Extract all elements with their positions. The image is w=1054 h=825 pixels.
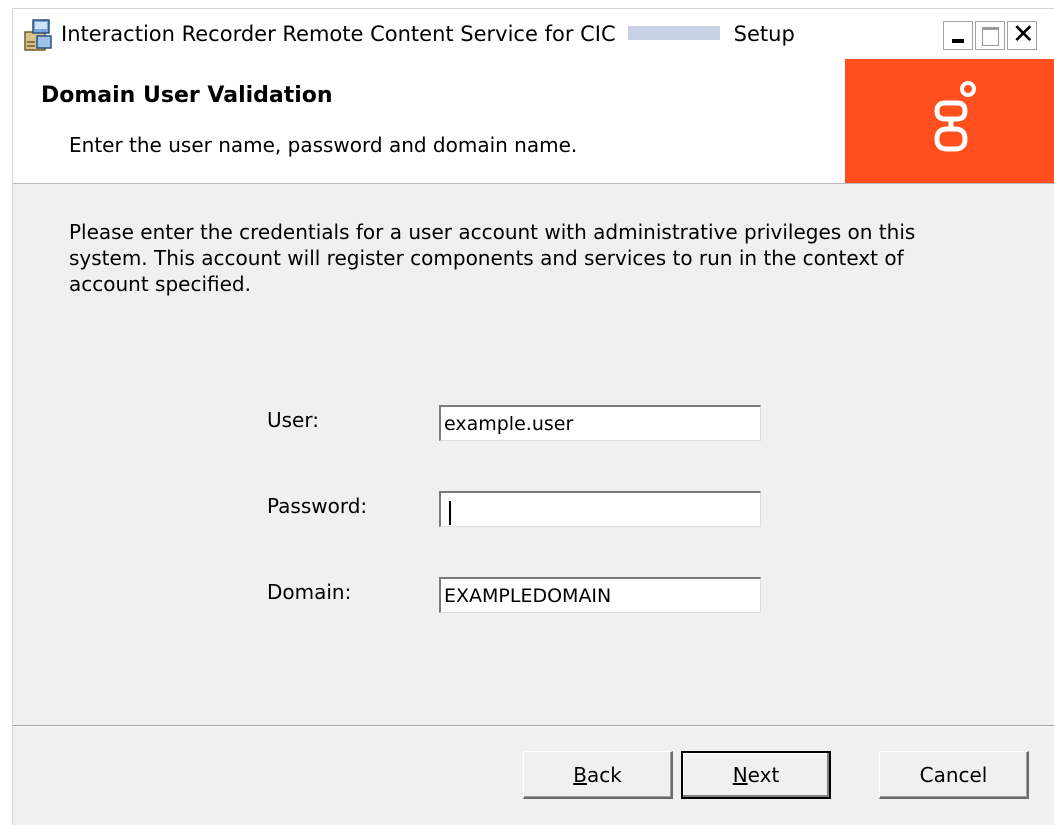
setup-window: Interaction Recorder Remote Content Serv… bbox=[12, 8, 1054, 825]
user-label: User: bbox=[267, 408, 319, 432]
cancel-button[interactable]: Cancel bbox=[879, 751, 1029, 799]
window-title: Interaction Recorder Remote Content Serv… bbox=[61, 19, 795, 49]
text-cursor bbox=[449, 501, 451, 525]
title-bar[interactable]: Interaction Recorder Remote Content Serv… bbox=[13, 9, 1054, 59]
maximize-button bbox=[975, 21, 1005, 50]
user-field[interactable] bbox=[439, 405, 761, 441]
minimize-button[interactable] bbox=[943, 21, 973, 50]
close-button[interactable]: ✕ bbox=[1007, 19, 1037, 50]
brand-logo-panel bbox=[845, 59, 1054, 183]
password-field[interactable] bbox=[439, 491, 761, 527]
next-button[interactable]: Next bbox=[681, 751, 831, 799]
next-mnemonic: N bbox=[732, 763, 748, 787]
next-label: ext bbox=[747, 763, 780, 787]
redacted-version bbox=[627, 26, 720, 40]
back-label: ack bbox=[586, 762, 622, 787]
domain-field[interactable] bbox=[439, 577, 761, 613]
banner-title: Domain User Validation bbox=[41, 83, 333, 108]
password-label: Password: bbox=[267, 494, 368, 518]
close-icon: ✕ bbox=[1012, 19, 1035, 50]
footer-divider bbox=[13, 725, 1054, 727]
window-title-suffix: Setup bbox=[733, 22, 795, 46]
header-banner: Domain User Validation Enter the user na… bbox=[13, 59, 1054, 184]
minimize-icon bbox=[952, 39, 964, 43]
installer-icon bbox=[24, 19, 52, 51]
genesys-logo bbox=[934, 81, 976, 152]
banner-description: Enter the user name, password and domain… bbox=[69, 133, 578, 157]
intro-text: Please enter the credentials for a user … bbox=[69, 220, 916, 296]
back-button[interactable]: Back bbox=[523, 751, 673, 799]
domain-label: Domain: bbox=[267, 580, 352, 604]
window-title-prefix: Interaction Recorder Remote Content Serv… bbox=[61, 22, 616, 46]
maximize-icon bbox=[982, 27, 999, 46]
back-mnemonic: B bbox=[573, 762, 587, 787]
